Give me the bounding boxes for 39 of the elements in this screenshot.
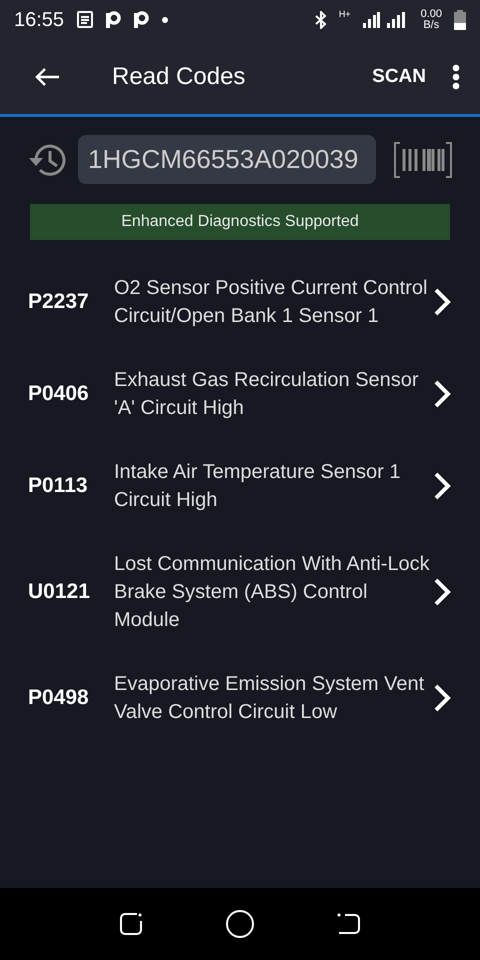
chevron-right-icon <box>432 683 452 713</box>
code-row[interactable]: P0498 Evaporative Emission System Vent Valve Control Circuit Low <box>0 670 480 726</box>
chevron-right-icon <box>432 287 452 317</box>
code-row[interactable]: U0121 Lost Communication With Anti-Lock Brake System (ABS) Control Module <box>0 550 480 634</box>
p-icon <box>134 10 150 30</box>
notification-icon <box>76 11 94 29</box>
code-row[interactable]: P0113 Intake Air Temperature Sensor 1 Circuit High <box>0 458 480 514</box>
speed-unit: B/s <box>423 20 440 31</box>
trouble-code: P0406 <box>28 381 90 408</box>
code-description: Intake Air Temperature Sensor 1 Circuit High <box>114 460 402 513</box>
screen-title: Read Codes <box>112 62 246 92</box>
code-description: Exhaust Gas Recirculation Sensor 'A' Circuit High <box>114 368 420 421</box>
vin-input-field[interactable]: 1HGCM66553A020039 <box>78 135 376 184</box>
status-banner: Enhanced Diagnostics Supported <box>30 204 450 240</box>
chevron-right-icon <box>432 577 452 607</box>
trouble-code: P2237 <box>28 289 90 316</box>
chevron-right-icon <box>432 379 452 409</box>
more-menu-icon[interactable] <box>452 64 460 90</box>
scan-button[interactable]: SCAN <box>372 62 426 92</box>
trouble-code: P0498 <box>28 685 90 712</box>
bluetooth-icon <box>314 11 327 29</box>
status-time: 16:55 <box>14 8 64 33</box>
code-description: Lost Communication With Anti-Lock Brake System (ABS) Control Module <box>114 552 431 633</box>
trouble-code: P0113 <box>28 473 89 500</box>
trouble-code: U0121 <box>28 579 91 606</box>
recents-icon[interactable] <box>117 910 145 938</box>
home-icon[interactable] <box>225 909 255 939</box>
code-row[interactable]: P0406 Exhaust Gas Recirculation Sensor 'A' Circuit High <box>0 366 480 422</box>
dot-icon <box>162 17 168 23</box>
code-description: O2 Sensor Positive Current Control Circuit/Open Bank 1 Sensor 1 <box>114 276 428 329</box>
back-button[interactable] <box>34 67 60 87</box>
code-description: Evaporative Emission System Vent Valve Control Circuit Low <box>114 672 426 725</box>
chevron-right-icon <box>432 471 452 501</box>
code-row[interactable]: P2237 O2 Sensor Positive Current Control Circuit/Open Bank 1 Sensor 1 <box>0 240 480 330</box>
network-type: H+ <box>338 8 351 22</box>
p-icon <box>106 10 122 30</box>
barcode-scan-icon[interactable] <box>394 142 452 178</box>
speed-value: 0.00 <box>420 9 442 20</box>
battery-icon <box>454 10 466 30</box>
